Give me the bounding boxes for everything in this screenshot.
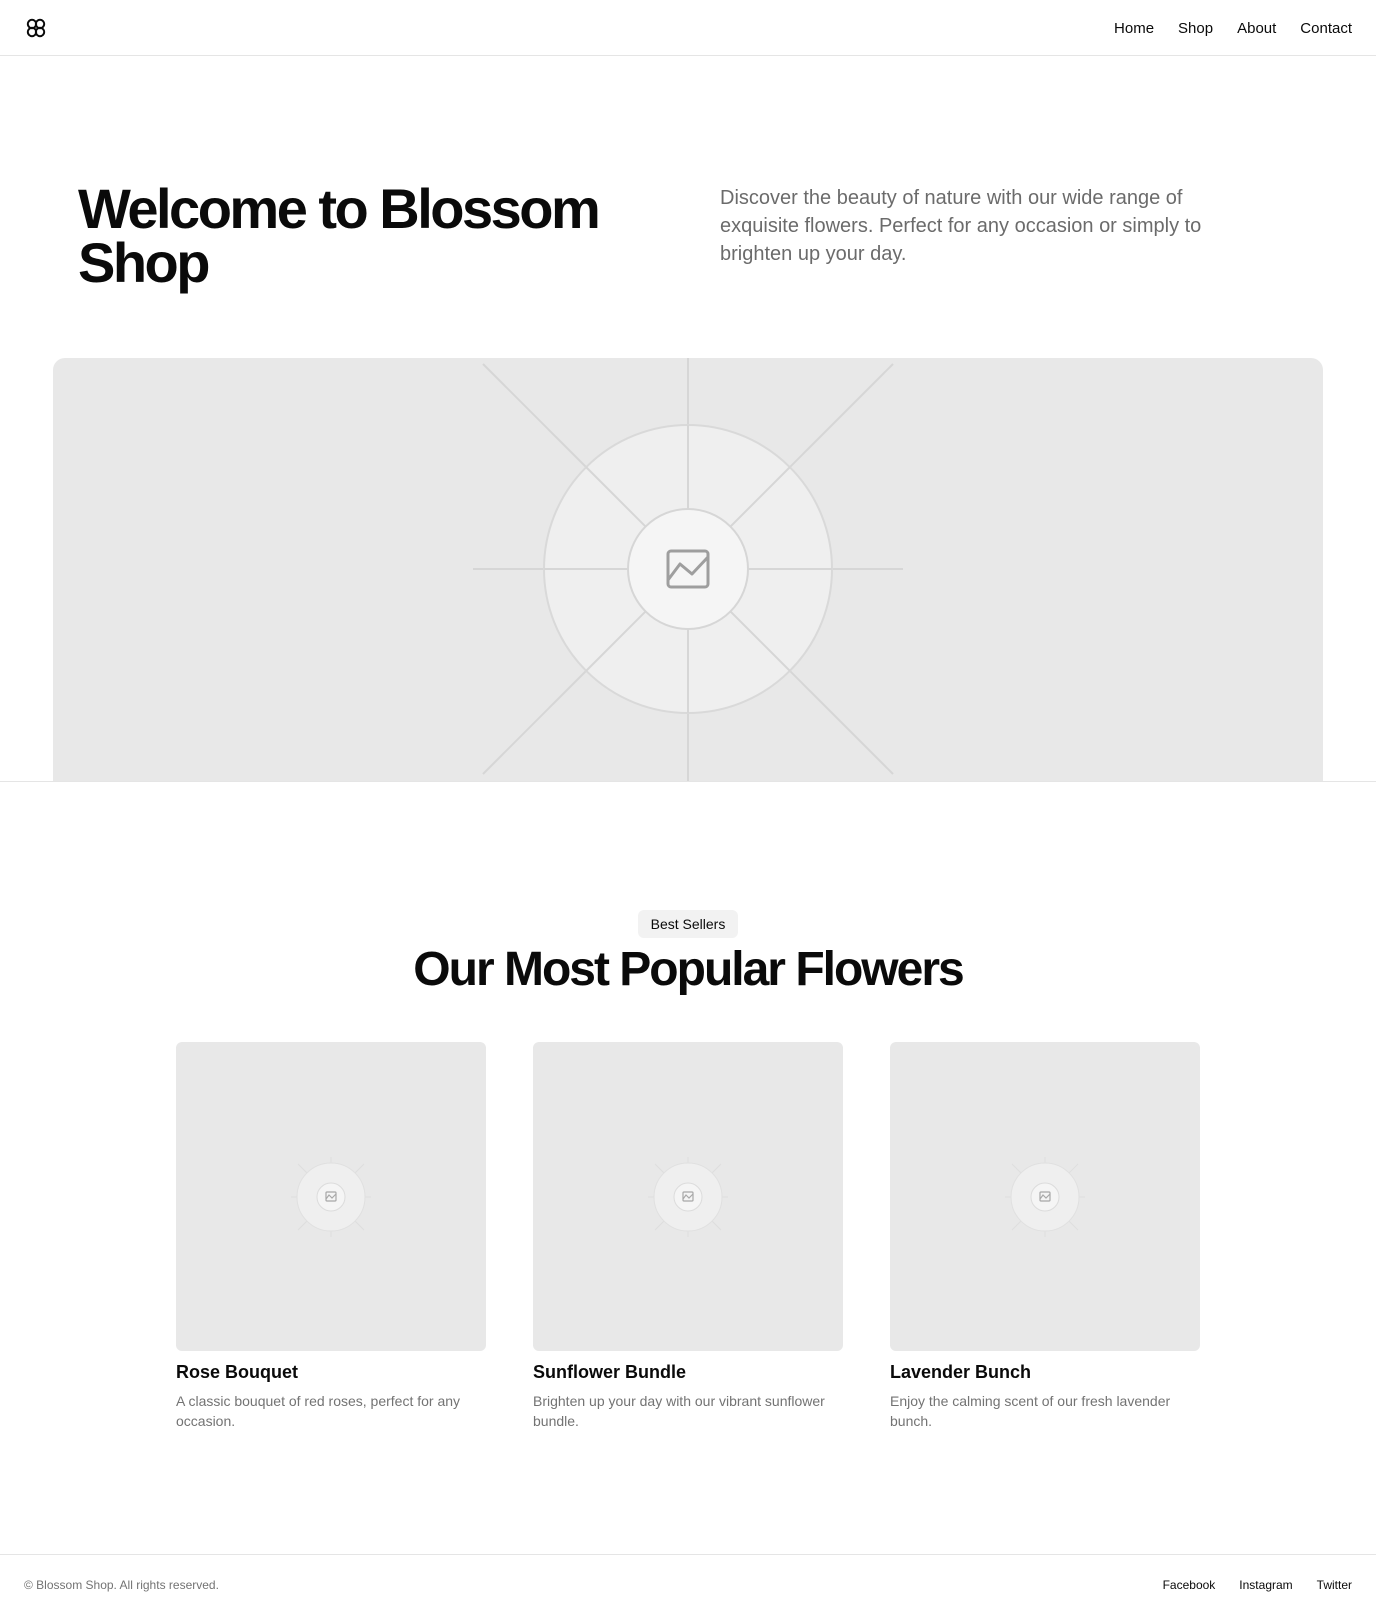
hero-title: Welcome to Blossom Shop: [78, 177, 601, 294]
site-header: Home Shop About Contact: [0, 0, 1376, 56]
product-image-placeholder[interactable]: [176, 1042, 486, 1351]
product-description: Brighten up your day with our vibrant su…: [533, 1393, 825, 1429]
footer-instagram-link[interactable]: Instagram: [1239, 1578, 1292, 1592]
best-sellers-badge: Best Sellers: [638, 910, 738, 938]
footer-links: Facebook Instagram Twitter: [1163, 1578, 1352, 1592]
product-card-sunflower-bundle[interactable]: Sunflower Bundle Brighten up your day wi…: [533, 1042, 843, 1431]
nav-about-link[interactable]: About: [1237, 20, 1276, 37]
nav-home-link[interactable]: Home: [1114, 20, 1154, 37]
product-image-placeholder[interactable]: [533, 1042, 843, 1351]
copyright-text: © Blossom Shop. All rights reserved.: [24, 1578, 219, 1592]
hero-description: Discover the beauty of nature with our w…: [720, 187, 1202, 265]
product-card-rose-bouquet[interactable]: Rose Bouquet A classic bouquet of red ro…: [176, 1042, 486, 1431]
site-footer: © Blossom Shop. All rights reserved. Fac…: [0, 1554, 1376, 1620]
product-name[interactable]: Lavender Bunch: [890, 1361, 1200, 1383]
product-description: Enjoy the calming scent of our fresh lav…: [890, 1393, 1171, 1429]
nav-contact-link[interactable]: Contact: [1300, 20, 1352, 37]
product-placeholder-graphic: [291, 1157, 371, 1237]
product-name[interactable]: Sunflower Bundle: [533, 1361, 843, 1383]
hero-placeholder-graphic: [473, 358, 903, 781]
footer-facebook-link[interactable]: Facebook: [1163, 1578, 1216, 1592]
hero-image-placeholder: [53, 358, 1323, 781]
product-image-placeholder[interactable]: [890, 1042, 1200, 1351]
main-nav: Home Shop About Contact: [1114, 0, 1352, 56]
product-description: A classic bouquet of red roses, perfect …: [176, 1393, 461, 1429]
section-title: Our Most Popular Flowers: [413, 943, 964, 996]
blossom-logo-icon[interactable]: [24, 16, 48, 40]
footer-twitter-link[interactable]: Twitter: [1317, 1578, 1352, 1592]
nav-shop-link[interactable]: Shop: [1178, 20, 1213, 37]
product-card-lavender-bunch[interactable]: Lavender Bunch Enjoy the calming scent o…: [890, 1042, 1200, 1431]
product-placeholder-graphic: [648, 1157, 728, 1237]
product-name[interactable]: Rose Bouquet: [176, 1361, 486, 1383]
product-placeholder-graphic: [1005, 1157, 1085, 1237]
hero-divider: [0, 781, 1376, 782]
